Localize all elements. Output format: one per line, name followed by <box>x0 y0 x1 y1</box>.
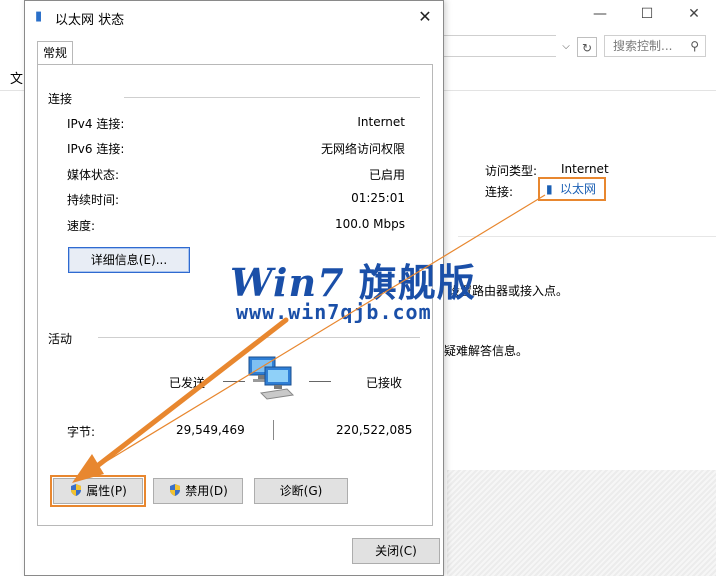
ethernet-link-label: 以太网 <box>560 182 597 196</box>
close-icon[interactable]: ✕ <box>680 4 708 24</box>
ethernet-icon: ▮ <box>35 9 43 24</box>
dialog-titlebar[interactable]: ▮ 以太网 状态 ✕ <box>25 1 443 33</box>
activity-group-label: 活动 <box>48 332 73 346</box>
access-type-label: 访问类型: <box>485 164 538 178</box>
activity-line <box>309 381 331 382</box>
media-state-label: 媒体状态: <box>67 168 120 182</box>
connection-label: 连接: <box>485 185 514 199</box>
ipv6-value: 无网络访问权限 <box>320 142 405 156</box>
section-divider <box>458 236 716 237</box>
sent-label: 已发送 <box>169 376 206 390</box>
refresh-icon[interactable]: ↻ <box>577 37 597 57</box>
disable-button-label: 禁用(D) <box>185 484 228 498</box>
bytes-sent-value: 29,549,469 <box>176 423 245 437</box>
ipv4-label: IPv4 连接: <box>67 117 125 131</box>
ipv4-value: Internet <box>357 115 405 129</box>
tab-general[interactable]: 常规 <box>37 41 73 65</box>
address-bar[interactable] <box>444 35 556 57</box>
close-button[interactable]: 关闭(C) <box>352 538 440 564</box>
watermark-title-latin: Win7 <box>230 260 345 305</box>
bytes-divider <box>273 420 274 440</box>
media-state-value: 已启用 <box>368 168 405 182</box>
diagnose-button[interactable]: 诊断(G) <box>254 478 348 504</box>
ethernet-icon: ▮ <box>546 182 553 196</box>
watermark-url: www.win7qjb.com <box>236 300 432 324</box>
speed-value: 100.0 Mbps <box>334 217 405 231</box>
activity-line <box>223 381 245 382</box>
search-icon: ⚲ <box>690 39 699 53</box>
network-activity-icon <box>248 356 295 400</box>
minimize-icon[interactable]: — <box>586 4 614 24</box>
chevron-down-icon[interactable]: ⌵ <box>556 37 576 57</box>
menu-item-file[interactable]: 文 <box>10 68 23 87</box>
disable-button[interactable]: 禁用(D) <box>153 478 243 504</box>
duration-value: 01:25:01 <box>351 191 405 205</box>
blurred-region <box>447 470 716 576</box>
ethernet-connection-link[interactable]: ▮ 以太网 <box>538 177 606 201</box>
uac-shield-icon <box>71 484 82 496</box>
duration-label: 持续时间: <box>67 193 120 207</box>
search-input[interactable]: 搜索控制... ⚲ <box>604 35 706 57</box>
ipv6-label: IPv6 连接: <box>67 142 125 156</box>
uac-shield-icon <box>170 484 181 496</box>
connection-group-label: 连接 <box>48 92 73 106</box>
details-button[interactable]: 详细信息(E)... <box>68 247 190 273</box>
search-placeholder: 搜索控制... <box>613 39 673 53</box>
close-icon[interactable]: ✕ <box>413 5 437 29</box>
received-label: 已接收 <box>366 376 403 390</box>
bytes-received-value: 220,522,085 <box>336 423 413 437</box>
properties-button[interactable]: 属性(P) <box>50 475 146 507</box>
access-type-value: Internet <box>561 162 609 176</box>
properties-button-label: 属性(P) <box>86 484 127 498</box>
speed-label: 速度: <box>67 219 96 233</box>
watermark-title: Win7 旗舰版 <box>230 252 476 307</box>
watermark-title-cn: 旗舰版 <box>358 261 476 305</box>
group-divider <box>124 97 420 98</box>
bytes-label: 字节: <box>67 425 96 439</box>
tab-bar: 常规 <box>33 41 437 65</box>
group-divider <box>98 337 420 338</box>
troubleshoot-text[interactable]: 疑难解答信息。 <box>444 342 528 359</box>
dialog-title: 以太网 状态 <box>55 13 125 28</box>
maximize-icon[interactable]: ☐ <box>633 4 661 24</box>
